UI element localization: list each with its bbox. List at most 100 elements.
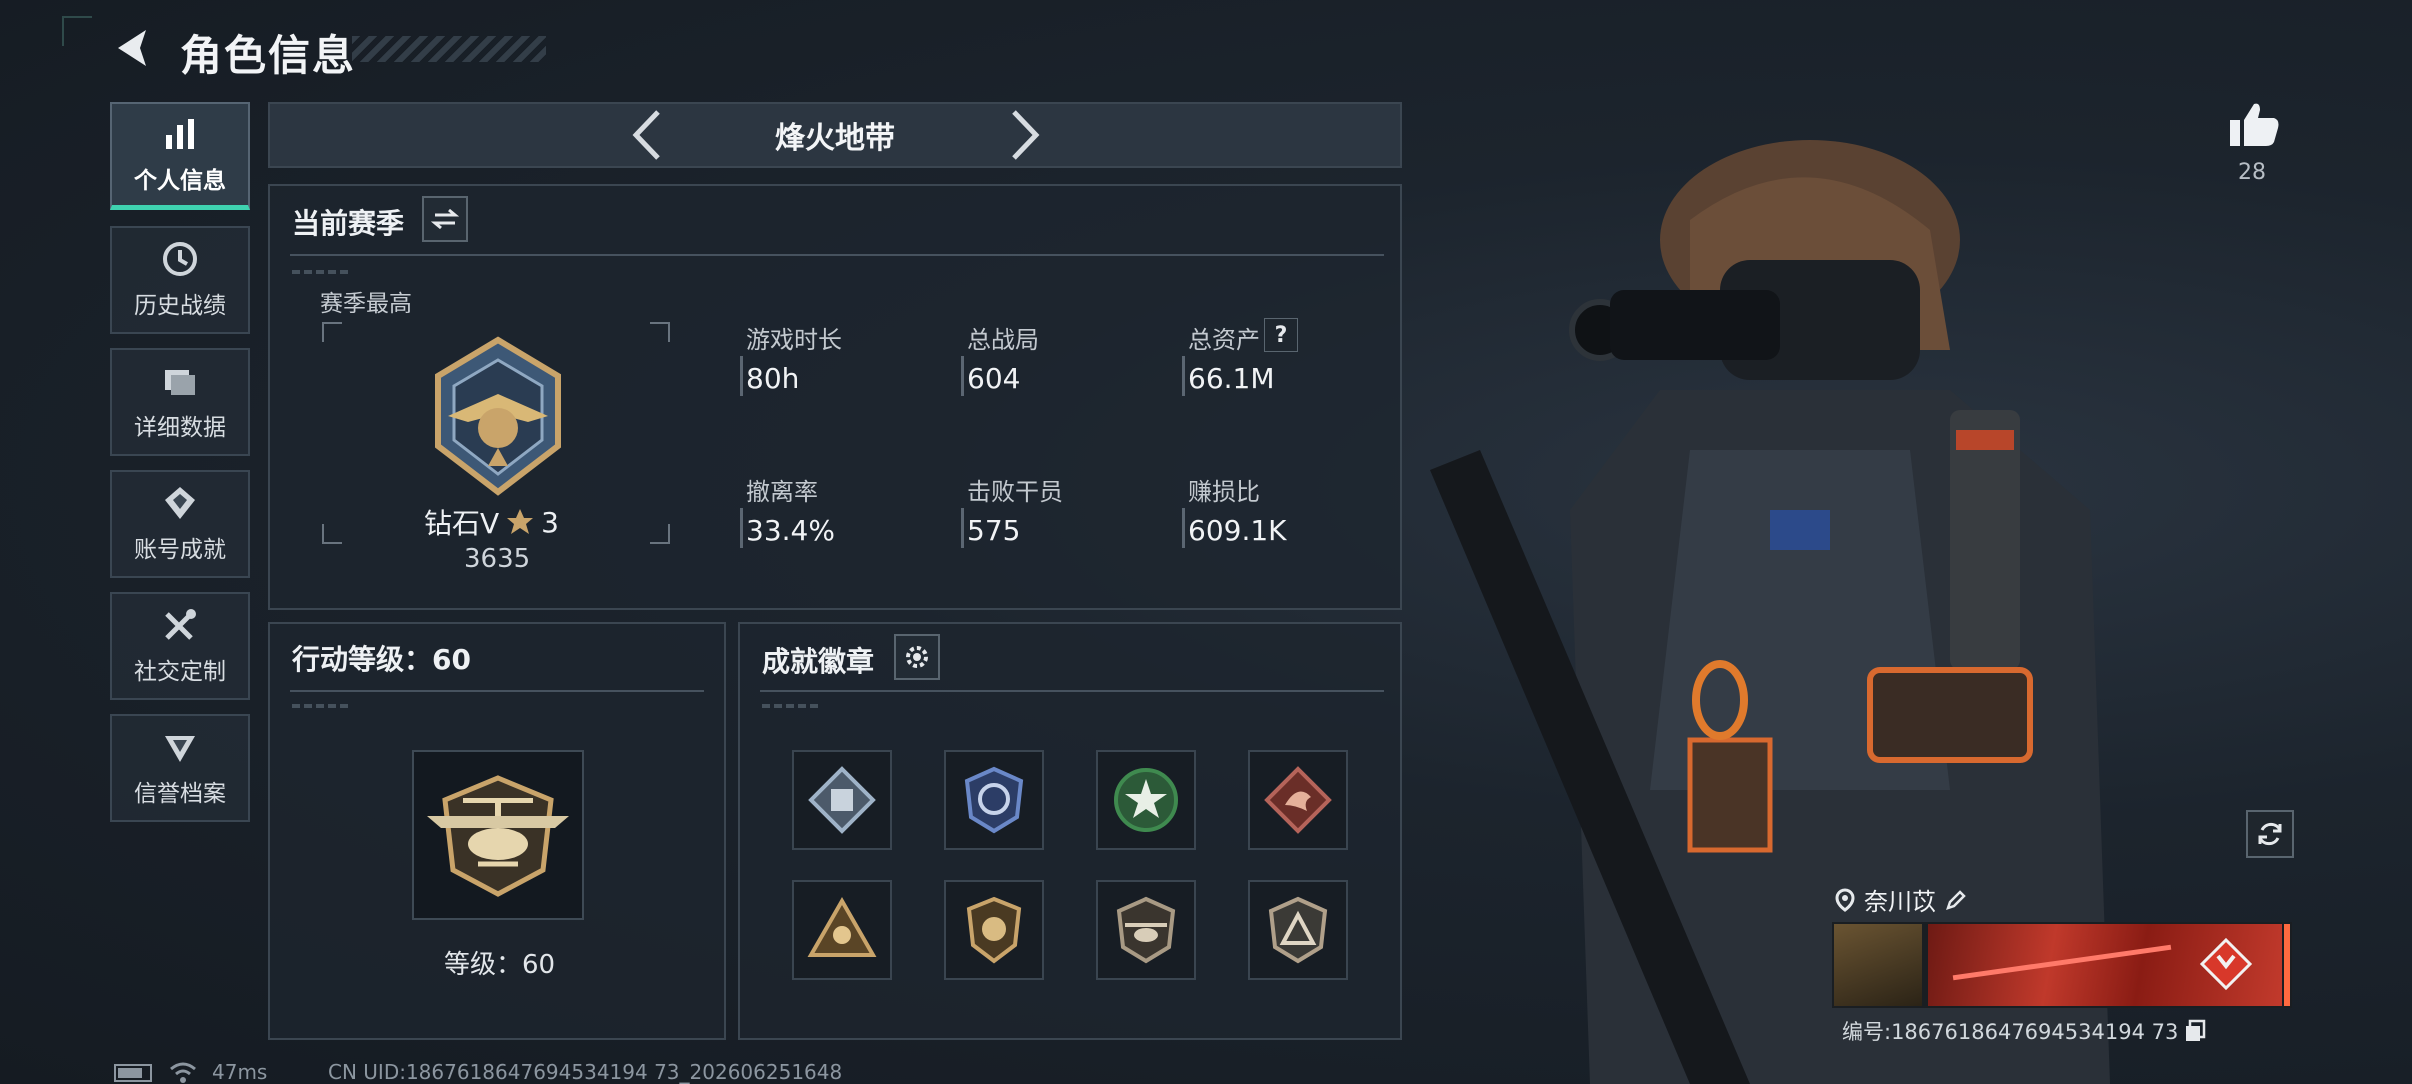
- stat-label-playtime: 游戏时长: [746, 326, 842, 354]
- bar-chart-icon: [166, 118, 194, 149]
- helicopter-level-icon: [427, 775, 569, 897]
- help-icon[interactable]: ?: [1264, 318, 1298, 352]
- badge-slot[interactable]: [1096, 880, 1196, 980]
- wifi-icon: [170, 1062, 196, 1083]
- sidebar-item-label: 社交定制: [134, 659, 226, 685]
- mode-selector: 烽火地带: [268, 102, 1402, 168]
- divider-decoration: [292, 270, 352, 274]
- badge-slot[interactable]: [944, 750, 1044, 850]
- stat-label-total-assets: 总资产: [1188, 326, 1260, 354]
- frame-corner: [650, 524, 670, 544]
- sidebar-item-detailed-data[interactable]: 详细数据: [110, 348, 250, 456]
- refresh-button[interactable]: [2246, 810, 2294, 858]
- player-card[interactable]: [1832, 922, 2292, 1008]
- stat-bar: [961, 508, 964, 548]
- thumbs-up-icon[interactable]: [2228, 100, 2280, 148]
- player-name-row: 奈川苡: [1834, 882, 1968, 917]
- player-name: 奈川苡: [1864, 888, 1936, 916]
- frame-corner: [322, 322, 342, 342]
- sidebar-item-social-custom[interactable]: 社交定制: [110, 592, 250, 700]
- like-count: 28: [2238, 160, 2266, 185]
- copy-icon[interactable]: [2184, 1019, 2206, 1043]
- location-pin-icon: [1835, 887, 1855, 912]
- ping-value: 47ms: [212, 1060, 268, 1084]
- battery-icon: [114, 1064, 152, 1082]
- frame-corner: [322, 524, 342, 544]
- stat-value-kills: 575: [967, 514, 1021, 547]
- action-level-title: 行动等级：60: [292, 643, 471, 676]
- achievements-title: 成就徽章: [762, 645, 875, 678]
- rank-stars: 3: [541, 505, 559, 539]
- divider-decoration: [762, 704, 822, 708]
- sidebar-item-label: 个人信息: [134, 167, 226, 194]
- rank-row: 钻石V 3: [424, 502, 559, 542]
- sidebar-item-credit[interactable]: 信誉档案: [110, 714, 250, 822]
- stat-value-total-assets: 66.1M: [1188, 362, 1275, 395]
- page-title: 角色信息: [180, 31, 357, 80]
- folder-icon: [165, 370, 195, 395]
- back-arrow-icon[interactable]: [112, 26, 156, 70]
- stat-value-total-matches: 604: [967, 362, 1021, 395]
- sidebar-item-label: 账号成就: [134, 537, 226, 563]
- card-edge-accent: [2284, 924, 2290, 1006]
- mode-title: 烽火地带: [775, 121, 895, 156]
- dragon-emblem-icon: [1264, 766, 1332, 834]
- badge-slot[interactable]: [1248, 750, 1348, 850]
- stat-bar: [740, 508, 743, 548]
- stat-bar: [1182, 356, 1185, 396]
- player-id-row: 编号:1867618647694534194 73: [1842, 1016, 2206, 1046]
- badge-slot[interactable]: [1248, 880, 1348, 980]
- swap-season-button[interactable]: [422, 196, 468, 242]
- stat-label-extract-rate: 撤离率: [746, 478, 818, 506]
- divider-decoration: [292, 704, 352, 708]
- chevron-left-icon[interactable]: [628, 108, 668, 162]
- achievement-icon: [165, 487, 195, 519]
- star-icon: [507, 509, 534, 534]
- sidebar-item-label: 详细数据: [134, 415, 226, 441]
- season-title: 当前赛季: [292, 207, 405, 240]
- edit-icon[interactable]: [1944, 888, 1968, 912]
- credit-icon: [165, 736, 195, 762]
- uid-text: CN UID:1867618647694534194 73_2026062516…: [328, 1060, 843, 1084]
- sidebar-item-achievements[interactable]: 账号成就: [110, 470, 250, 578]
- card-logo-icon: [2199, 937, 2253, 991]
- sidebar-item-label: 信誉档案: [134, 781, 226, 807]
- history-icon: [163, 242, 197, 276]
- helicopter-emblem-icon: [1116, 896, 1176, 964]
- rank-emblem-icon: [435, 336, 561, 496]
- globe-emblem-icon: [964, 766, 1024, 834]
- stat-label-profit-ratio: 赚损比: [1188, 478, 1260, 506]
- badge-slot[interactable]: [944, 880, 1044, 980]
- avatar: [1834, 924, 1922, 1006]
- refresh-icon: [2258, 822, 2282, 846]
- badge-slot[interactable]: [1096, 750, 1196, 850]
- sidebar-item-label: 历史战绩: [134, 293, 226, 319]
- stat-value-extract-rate: 33.4%: [746, 514, 835, 547]
- level-emblem-frame: [412, 750, 584, 920]
- rank-score: 3635: [464, 544, 531, 574]
- badge-slot[interactable]: [792, 750, 892, 850]
- stat-value-profit-ratio: 609.1K: [1188, 514, 1287, 547]
- badge-settings-button[interactable]: [894, 634, 940, 680]
- sidebar-item-personal-info[interactable]: 个人信息: [110, 102, 250, 210]
- divider: [760, 690, 1384, 692]
- frame-corner: [650, 322, 670, 342]
- badge-slot[interactable]: [792, 880, 892, 980]
- stat-label-kills: 击败干员: [967, 478, 1063, 506]
- chevron-right-icon[interactable]: [1004, 108, 1044, 162]
- triangle-emblem-icon: [807, 896, 877, 957]
- stat-label-total-matches: 总战局: [967, 326, 1039, 354]
- sidebar-item-history[interactable]: 历史战绩: [110, 226, 250, 334]
- stat-bar: [1182, 508, 1185, 548]
- divider: [290, 690, 704, 692]
- peak-emblem-icon: [1268, 896, 1328, 964]
- star-emblem-icon: [1114, 768, 1178, 832]
- stat-bar: [740, 356, 743, 396]
- helmet-emblem-icon: [966, 896, 1022, 964]
- stat-value-playtime: 80h: [746, 362, 800, 395]
- season-best-label: 赛季最高: [320, 291, 412, 317]
- rank-name: 钻石V: [424, 507, 500, 540]
- tools-icon: [165, 609, 196, 640]
- title-decoration: [352, 36, 546, 62]
- gear-icon: [906, 646, 928, 668]
